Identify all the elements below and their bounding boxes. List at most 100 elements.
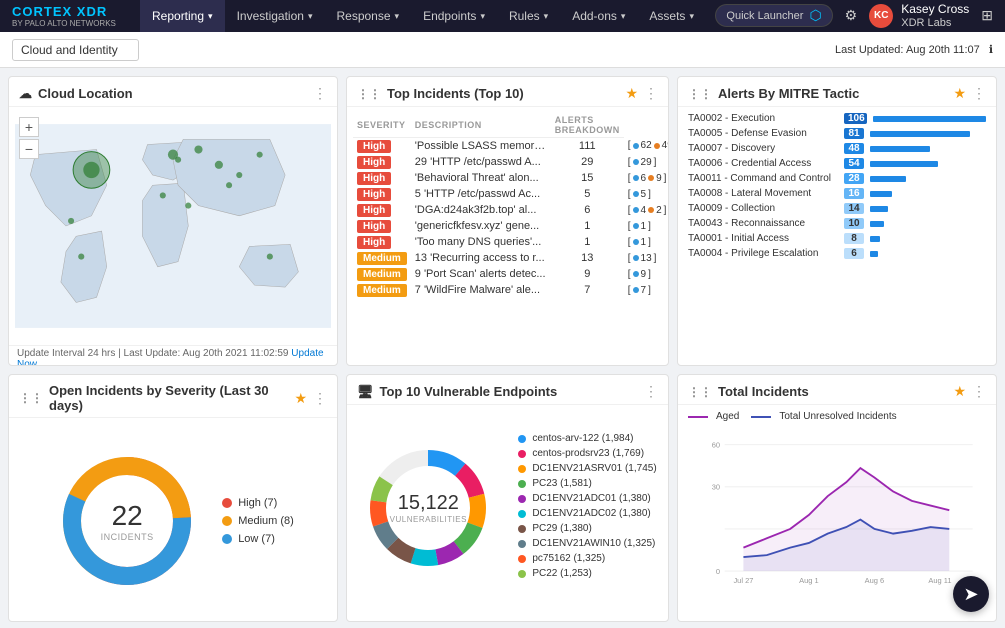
top-endpoints-title: Top 10 Vulnerable Endpoints <box>380 384 558 399</box>
logo-area: CORTEX XDR BY PALO ALTO NETWORKS <box>0 4 140 28</box>
more-icon[interactable]: ⋮ <box>972 383 986 400</box>
table-row: Medium 13 'Recurring access to r... 13 [… <box>353 250 668 266</box>
table-row: High 'Behavioral Threat' alon... 15 [ 6 … <box>353 170 668 186</box>
incidents-table: SEVERITY DESCRIPTION ALERTS BREAKDOWN Hi… <box>353 113 668 298</box>
mitre-card: ⋮⋮ Alerts By MITRE Tactic ★ ⋮ TA0002 - E… <box>677 76 997 366</box>
zoom-out-button[interactable]: − <box>19 139 39 159</box>
more-icon[interactable]: ⋮ <box>313 85 327 102</box>
list-item: PC22 (1,253) <box>518 568 656 579</box>
user-name: Kasey Cross <box>901 2 969 16</box>
user-org: XDR Labs <box>901 17 969 30</box>
mitre-row: TA0009 - Collection 14 <box>688 203 986 214</box>
total-incidents-title: Total Incidents <box>718 384 809 399</box>
more-icon[interactable]: ⋮ <box>972 85 986 102</box>
avatar: KC <box>869 4 893 28</box>
svg-text:Aug 11: Aug 11 <box>928 576 951 585</box>
more-icon[interactable]: ⋮ <box>644 85 658 102</box>
list-item: DC1ENV21ADC01 (1,380) <box>518 493 656 504</box>
svg-text:0: 0 <box>716 567 720 576</box>
list-item: DC1ENV21ASRV01 (1,745) <box>518 463 656 474</box>
info-icon[interactable]: ℹ <box>989 44 993 56</box>
list-item: DC1ENV21AWIN10 (1,325) <box>518 538 656 549</box>
open-incidents-grid-icon: ⋮⋮ <box>19 391 43 405</box>
svg-text:Aug 1: Aug 1 <box>799 576 819 585</box>
star-icon[interactable]: ★ <box>625 85 638 102</box>
description-header: DESCRIPTION <box>411 113 551 138</box>
more-icon[interactable]: ⋮ <box>644 383 658 400</box>
table-row: Medium 7 'WildFire Malware' ale... 7 [ 7… <box>353 282 668 298</box>
legend-item: Aged <box>688 411 739 422</box>
table-row: High 'Too many DNS queries'... 1 [ 1 ] <box>353 234 668 250</box>
nav-response[interactable]: Response ▾ <box>324 0 411 32</box>
total-incidents-card: ⋮⋮ Total Incidents ★ ⋮ Aged Total Unresol… <box>677 374 997 622</box>
filter-select[interactable]: Cloud and Identity <box>12 39 139 61</box>
mitre-row: TA0007 - Discovery 48 <box>688 143 986 154</box>
mitre-row: TA0005 - Defense Evasion 81 <box>688 128 986 139</box>
quick-launcher[interactable]: Quick Launcher ⬡ <box>715 4 832 27</box>
nav-rules[interactable]: Rules ▾ <box>497 0 560 32</box>
table-row: High 5 'HTTP /etc/passwd Ac... 5 [ 5 ] <box>353 186 668 202</box>
incidents-total: 22 <box>101 500 154 532</box>
logo: CORTEX XDR <box>12 4 107 19</box>
map-footer: Update Interval 24 hrs | Last Update: Au… <box>9 345 337 366</box>
svg-text:Aug 6: Aug 6 <box>865 576 885 585</box>
open-incidents-legend: High (7)Medium (8)Low (7) <box>222 497 294 545</box>
table-row: High 'Possible LSASS memory... 111 [ 62 … <box>353 138 668 155</box>
top-incidents-card: ⋮⋮ Top Incidents (Top 10) ★ ⋮ SEVERITY D… <box>346 76 669 366</box>
legend-item: Low (7) <box>222 533 294 545</box>
endpoints-legend: centos-arv-122 (1,984) centos-prodsrv23 (… <box>518 433 656 583</box>
table-row: High 'genericfkfesv.xyz' gene... 1 [ 1 ] <box>353 218 668 234</box>
cloud-location-icon: ☁ <box>19 86 32 102</box>
mitre-rows: TA0002 - Execution 106 TA0005 - Defense … <box>678 107 996 269</box>
total-incidents-grid-icon: ⋮⋮ <box>688 385 712 399</box>
severity-header: SEVERITY <box>353 113 411 138</box>
nav-reporting[interactable]: Reporting ▾ <box>140 0 225 32</box>
alerts-header: ALERTS BREAKDOWN <box>551 113 624 138</box>
legend-item: Total Unresolved Incidents <box>751 411 896 422</box>
settings-icon[interactable]: ⚙ <box>841 3 862 28</box>
star-icon[interactable]: ★ <box>953 85 966 102</box>
open-incidents-card: ⋮⋮ Open Incidents by Severity (Last 30 d… <box>8 374 338 622</box>
cloud-location-card: ☁ Cloud Location ⋮ + − <box>8 76 338 366</box>
top-endpoints-card: 🖥 Top 10 Vulnerable Endpoints ⋮ <box>346 374 669 622</box>
logo-sub: BY PALO ALTO NETWORKS <box>12 19 116 28</box>
apps-icon[interactable]: ⊞ <box>977 3 997 28</box>
subheader: Cloud and Identity Last Updated: Aug 20t… <box>0 32 1005 68</box>
total-incidents-legend: Aged Total Unresolved Incidents <box>688 411 986 422</box>
endpoints-icon: 🖥 <box>357 384 374 400</box>
zoom-in-button[interactable]: + <box>19 117 39 137</box>
open-incidents-title: Open Incidents by Severity (Last 30 days… <box>49 383 294 413</box>
incidents-grid-icon: ⋮⋮ <box>357 87 381 101</box>
table-row: High 'DGA:d24ak3f2b.top' al... 6 [ 4 2 ] <box>353 202 668 218</box>
list-item: DC1ENV21ADC02 (1,380) <box>518 508 656 519</box>
mitre-row: TA0006 - Credential Access 54 <box>688 158 986 169</box>
svg-text:Jul 27: Jul 27 <box>733 576 753 585</box>
world-map <box>15 113 331 339</box>
mitre-grid-icon: ⋮⋮ <box>688 87 712 101</box>
table-row: High 29 'HTTP /etc/passwd A... 29 [ 29 ] <box>353 154 668 170</box>
list-item: centos-arv-122 (1,984) <box>518 433 656 444</box>
fab-button[interactable]: ➤ <box>953 576 989 612</box>
star-icon[interactable]: ★ <box>953 383 966 400</box>
mitre-title: Alerts By MITRE Tactic <box>718 86 859 101</box>
nav-endpoints[interactable]: Endpoints ▾ <box>411 0 497 32</box>
list-item: PC29 (1,380) <box>518 523 656 534</box>
more-icon[interactable]: ⋮ <box>313 390 327 407</box>
nav-assets[interactable]: Assets ▾ <box>637 0 706 32</box>
nav-addons[interactable]: Add-ons ▾ <box>560 0 637 32</box>
list-item: pc75162 (1,325) <box>518 553 656 564</box>
star-icon[interactable]: ★ <box>294 390 307 407</box>
svg-text:60: 60 <box>712 441 720 450</box>
topnav: CORTEX XDR BY PALO ALTO NETWORKS Reporti… <box>0 0 1005 32</box>
open-incidents-donut: 22 INCIDENTS <box>52 446 202 596</box>
mitre-row: TA0001 - Initial Access 8 <box>688 233 986 244</box>
list-item: centos-prodsrv23 (1,769) <box>518 448 656 459</box>
total-incidents-chart: 60 30 0 Jul 27 Aug 1 Aug 6 Aug 11 <box>688 426 986 585</box>
endpoints-donut: 15,122 VULNERABILITIES <box>358 438 498 578</box>
endpoints-total: 15,122 <box>390 492 467 515</box>
nav-investigation[interactable]: Investigation ▾ <box>225 0 325 32</box>
last-updated-value: Aug 20th 11:07 <box>906 44 980 56</box>
legend-item: Medium (8) <box>222 515 294 527</box>
svg-text:30: 30 <box>712 483 720 492</box>
cloud-location-title: Cloud Location <box>38 86 133 101</box>
